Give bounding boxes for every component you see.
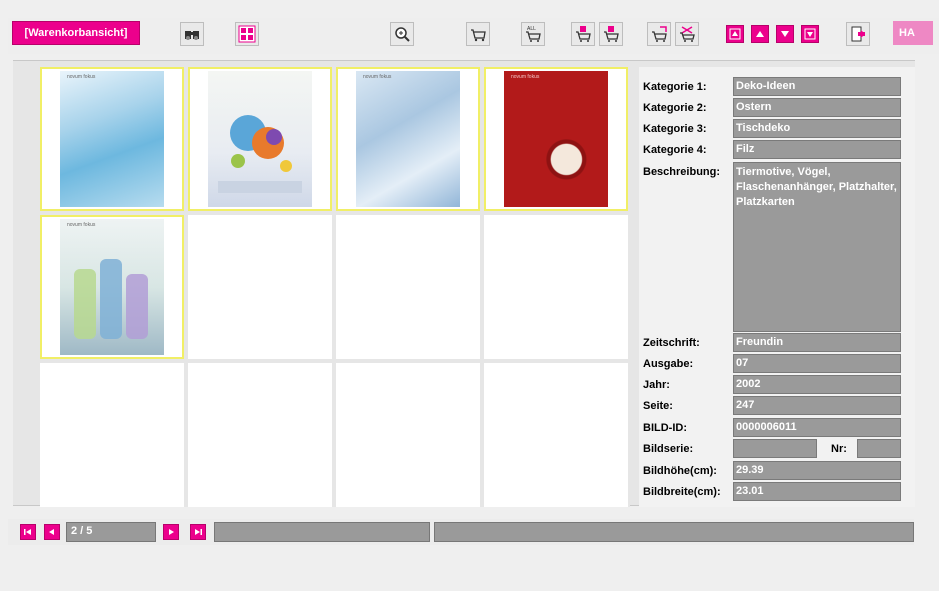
empty-cell — [40, 363, 184, 507]
cart-remove-icon[interactable] — [599, 22, 623, 46]
first-page-icon[interactable] — [726, 25, 744, 43]
skip-forward-icon — [195, 529, 202, 535]
kategorie2-label: Kategorie 2: — [643, 102, 707, 114]
empty-cell — [188, 215, 332, 359]
empty-cell — [336, 215, 480, 359]
kategorie1-field[interactable]: Deko-Ideen — [733, 77, 901, 96]
bildserie-label: Bildserie: — [643, 443, 694, 455]
cart-all-icon[interactable]: ALL — [521, 22, 545, 46]
empty-cell — [336, 363, 480, 507]
cart-add-icon[interactable] — [571, 22, 595, 46]
seite-label: Seite: — [643, 400, 673, 412]
nr-label: Nr: — [831, 443, 847, 455]
thumbnail-cell[interactable]: novum fokus — [336, 67, 480, 211]
binoculars-icon[interactable] — [180, 22, 204, 46]
nr-field[interactable] — [857, 439, 901, 458]
bildserie-field[interactable] — [733, 439, 817, 458]
warenkorb-view-button[interactable]: [Warenkorbansicht] — [12, 21, 140, 45]
bildhoehe-field[interactable]: 29.39 — [733, 461, 901, 480]
cart-send-icon[interactable] — [647, 22, 671, 46]
grid-view-icon[interactable] — [235, 22, 259, 46]
arrow-right-icon — [169, 529, 174, 535]
jahr-label: Jahr: — [643, 379, 670, 391]
kategorie4-label: Kategorie 4: — [643, 144, 707, 156]
thumbnail-cell[interactable]: novum fokus — [484, 67, 628, 211]
zeitschrift-label: Zeitschrift: — [643, 337, 700, 349]
exit-icon[interactable] — [846, 22, 870, 46]
skip-back-icon — [24, 529, 31, 535]
first-page-button[interactable] — [20, 524, 36, 540]
bildid-field[interactable]: 0000006011 — [733, 418, 901, 437]
thumbnail-grid: novum fokus novum fokus novum fokus novu… — [40, 67, 630, 507]
zoom-icon[interactable] — [390, 22, 414, 46]
seite-field[interactable]: 247 — [733, 396, 901, 415]
empty-cell — [484, 363, 628, 507]
help-button[interactable]: HA — [893, 21, 933, 45]
thumbnail-cell[interactable]: novum fokus — [40, 67, 184, 211]
felt-bird-illustration — [218, 115, 302, 193]
toolbar: [Warenkorbansicht] ALL HA — [8, 18, 939, 54]
kategorie2-field[interactable]: Ostern — [733, 98, 901, 117]
kategorie3-label: Kategorie 3: — [643, 123, 707, 135]
bildhoehe-label: Bildhöhe(cm): — [643, 465, 717, 477]
thumbnail-tag: novum fokus — [363, 74, 392, 80]
thumbnail-image[interactable]: novum fokus — [60, 219, 164, 355]
beschreibung-field[interactable]: Tiermotive, Vögel, Flaschenanhänger, Pla… — [733, 162, 901, 332]
page-indicator: 2 / 5 — [66, 522, 156, 542]
ausgabe-label: Ausgabe: — [643, 358, 694, 370]
prev-page-button[interactable] — [44, 524, 60, 540]
svg-text:ALL: ALL — [527, 26, 536, 32]
pagination-bar: 2 / 5 — [8, 519, 914, 545]
details-panel: Kategorie 1: Deko-Ideen Kategorie 2: Ost… — [639, 67, 915, 507]
empty-cell — [484, 215, 628, 359]
thumbnail-image[interactable]: novum fokus — [356, 71, 460, 207]
ausgabe-field[interactable]: 07 — [733, 354, 901, 373]
last-page-button[interactable] — [190, 524, 206, 540]
thumbnail-image[interactable]: novum fokus — [504, 71, 608, 207]
thumbnail-cell[interactable]: novum fokus — [40, 215, 184, 359]
next-page-button[interactable] — [163, 524, 179, 540]
thumbnail-cell[interactable] — [188, 67, 332, 211]
beschreibung-label: Beschreibung: — [643, 166, 721, 178]
kategorie1-label: Kategorie 1: — [643, 81, 707, 93]
cart-icon[interactable] — [466, 22, 490, 46]
bottles-illustration — [74, 259, 148, 339]
main-panel: novum fokus novum fokus novum fokus novu… — [13, 60, 915, 507]
status-field-left — [214, 522, 430, 542]
bildbreite-label: Bildbreite(cm): — [643, 486, 721, 498]
arrow-down-icon[interactable] — [776, 25, 794, 43]
thumbnail-tag: novum fokus — [511, 74, 540, 80]
bildbreite-field[interactable]: 23.01 — [733, 482, 901, 501]
zeitschrift-field[interactable]: Freundin — [733, 333, 901, 352]
status-field-right — [434, 522, 914, 542]
bildid-label: BILD-ID: — [643, 422, 687, 434]
arrow-up-icon[interactable] — [751, 25, 769, 43]
thumbnail-tag: novum fokus — [67, 74, 96, 80]
kategorie4-field[interactable]: Filz — [733, 140, 901, 159]
last-page-icon[interactable] — [801, 25, 819, 43]
thumbnail-image[interactable]: novum fokus — [60, 71, 164, 207]
jahr-field[interactable]: 2002 — [733, 375, 901, 394]
kategorie3-field[interactable]: Tischdeko — [733, 119, 901, 138]
thumbnail-image[interactable] — [208, 71, 312, 207]
arrow-left-icon — [49, 529, 54, 535]
cart-delete-icon[interactable] — [675, 22, 699, 46]
empty-cell — [188, 363, 332, 507]
